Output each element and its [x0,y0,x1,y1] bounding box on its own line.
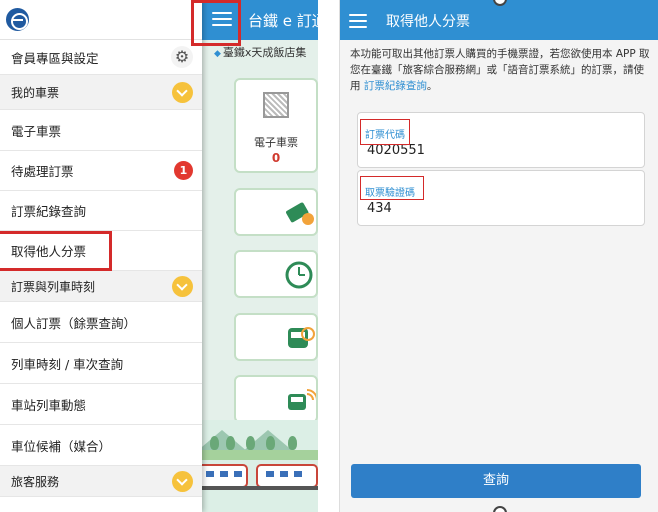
app-header: 取得他人分票 [340,0,658,40]
menu-item-seat-waitlist[interactable]: 車位候補（媒合） [0,425,202,466]
e-ticket-card[interactable]: 電子車票 0 [234,78,318,173]
chevron-down-icon [172,275,193,297]
clock-icon [285,261,313,289]
order-code-label: 訂票代碼 [365,130,405,141]
chevron-down-icon [172,81,193,103]
hamburger-menu-icon[interactable] [349,14,367,32]
station-status-card[interactable] [234,313,318,361]
railway-track [202,486,318,490]
menu-item-pending-orders[interactable]: 待處理訂票 1 [0,151,202,191]
menu-item-label: 車站列車動態 [11,397,87,413]
banner-text: 臺鐵x天成飯店集 [222,46,307,59]
query-button[interactable]: 查詢 [351,464,641,498]
chevron-down-icon [172,470,193,492]
announcement-banner[interactable]: ◆ 臺鐵x天成飯店集 [214,44,306,60]
drawer-header [0,0,202,40]
tree-shape [226,436,235,450]
train-car [256,464,318,488]
app-header: 台鐵 e 訂通 [202,0,318,40]
menu-item-label: 訂票紀錄查詢 [11,204,87,219]
tr-logo-icon [6,8,29,31]
left-phone-screen: 台鐵 e 訂通 ◆臺鐵x天成飯店集 電子車票 0 [0,0,318,512]
menu-item-label: 列車時刻 / 車次查詢 [11,356,124,372]
menu-item-member-settings[interactable]: 會員專區與設定 ⚙ [0,40,202,75]
order-code-input[interactable] [367,143,637,158]
menu-item-get-shared-ticket[interactable]: 取得他人分票 [0,231,202,271]
tree-shape [246,436,255,450]
app-title: 台鐵 e 訂通 [248,12,318,30]
booking-history-link[interactable]: 訂票紀錄查詢 [364,80,427,92]
menu-item-label: 取得他人分票 [11,244,87,259]
menu-section-label: 訂票與列車時刻 [11,279,96,294]
menu-item-timetable-query[interactable]: 列車時刻 / 車次查詢 [0,343,202,384]
e-ticket-count: 0 [271,151,281,165]
qr-code-icon [263,92,289,118]
tree-shape [288,436,297,450]
train-wifi-icon [288,389,316,410]
menu-section-label: 旅客服務 [11,474,60,489]
e-ticket-card-label: 電子車票 [254,136,298,149]
menu-section-booking-timetable[interactable]: 訂票與列車時刻 [0,271,202,302]
ticket-booking-card[interactable] [234,188,318,236]
menu-item-label: 個人訂票（餘票查詢） [11,315,137,331]
train-scenery-illustration [202,420,318,512]
menu-item-label: 會員專區與設定 [11,50,99,66]
ground-strip [202,450,318,460]
tree-shape [266,436,275,450]
tree-shape [210,436,219,450]
page-title: 取得他人分票 [386,14,470,30]
intro-text: 本功能可取出其他訂票人購買的手機票證，若您欲使用本 APP 取您在臺鐵「旅客綜合… [350,46,652,94]
train-signal-card[interactable] [234,375,318,423]
menu-section-label: 我的車票 [11,85,60,100]
megaphone-icon: ◆ [214,49,221,59]
menu-section-passenger-service[interactable]: 旅客服務 [0,466,202,497]
notification-badge: 1 [174,161,193,180]
verify-code-label: 取票驗證碼 [365,188,415,199]
menu-item-label: 待處理訂票 [11,164,74,179]
menu-item-booking-history[interactable]: 訂票紀錄查詢 [0,191,202,231]
train-car [202,464,248,488]
gear-icon: ⚙ [171,46,193,68]
menu-item-label: 電子車票 [11,123,62,139]
menu-item-label: 車位候補（媒合） [11,438,112,454]
intro-text-end: 。 [426,80,438,92]
menu-section-my-tickets[interactable]: 我的車票 [0,75,202,110]
verify-code-field[interactable]: 取票驗證碼 [357,170,645,226]
menu-item-personal-booking[interactable]: 個人訂票（餘票查詢） [0,302,202,343]
hamburger-menu-icon[interactable] [212,12,232,30]
timetable-card[interactable] [234,250,318,298]
order-code-field[interactable]: 訂票代碼 [357,112,645,168]
verify-code-input[interactable] [367,201,637,216]
menu-item-station-status[interactable]: 車站列車動態 [0,384,202,425]
train-search-icon [288,327,315,348]
menu-item-e-ticket[interactable]: 電子車票 [0,110,202,151]
app-main-screen: 台鐵 e 訂通 ◆臺鐵x天成飯店集 電子車票 0 [202,0,318,512]
navigation-drawer: 會員專區與設定 ⚙ 我的車票 電子車票 待處理訂票 1 訂票紀錄查詢 取得他人分… [0,0,202,512]
ticket-check-icon [286,202,314,225]
right-phone-screen: 取得他人分票 本功能可取出其他訂票人購買的手機票證，若您欲使用本 APP 取您在… [339,0,658,512]
